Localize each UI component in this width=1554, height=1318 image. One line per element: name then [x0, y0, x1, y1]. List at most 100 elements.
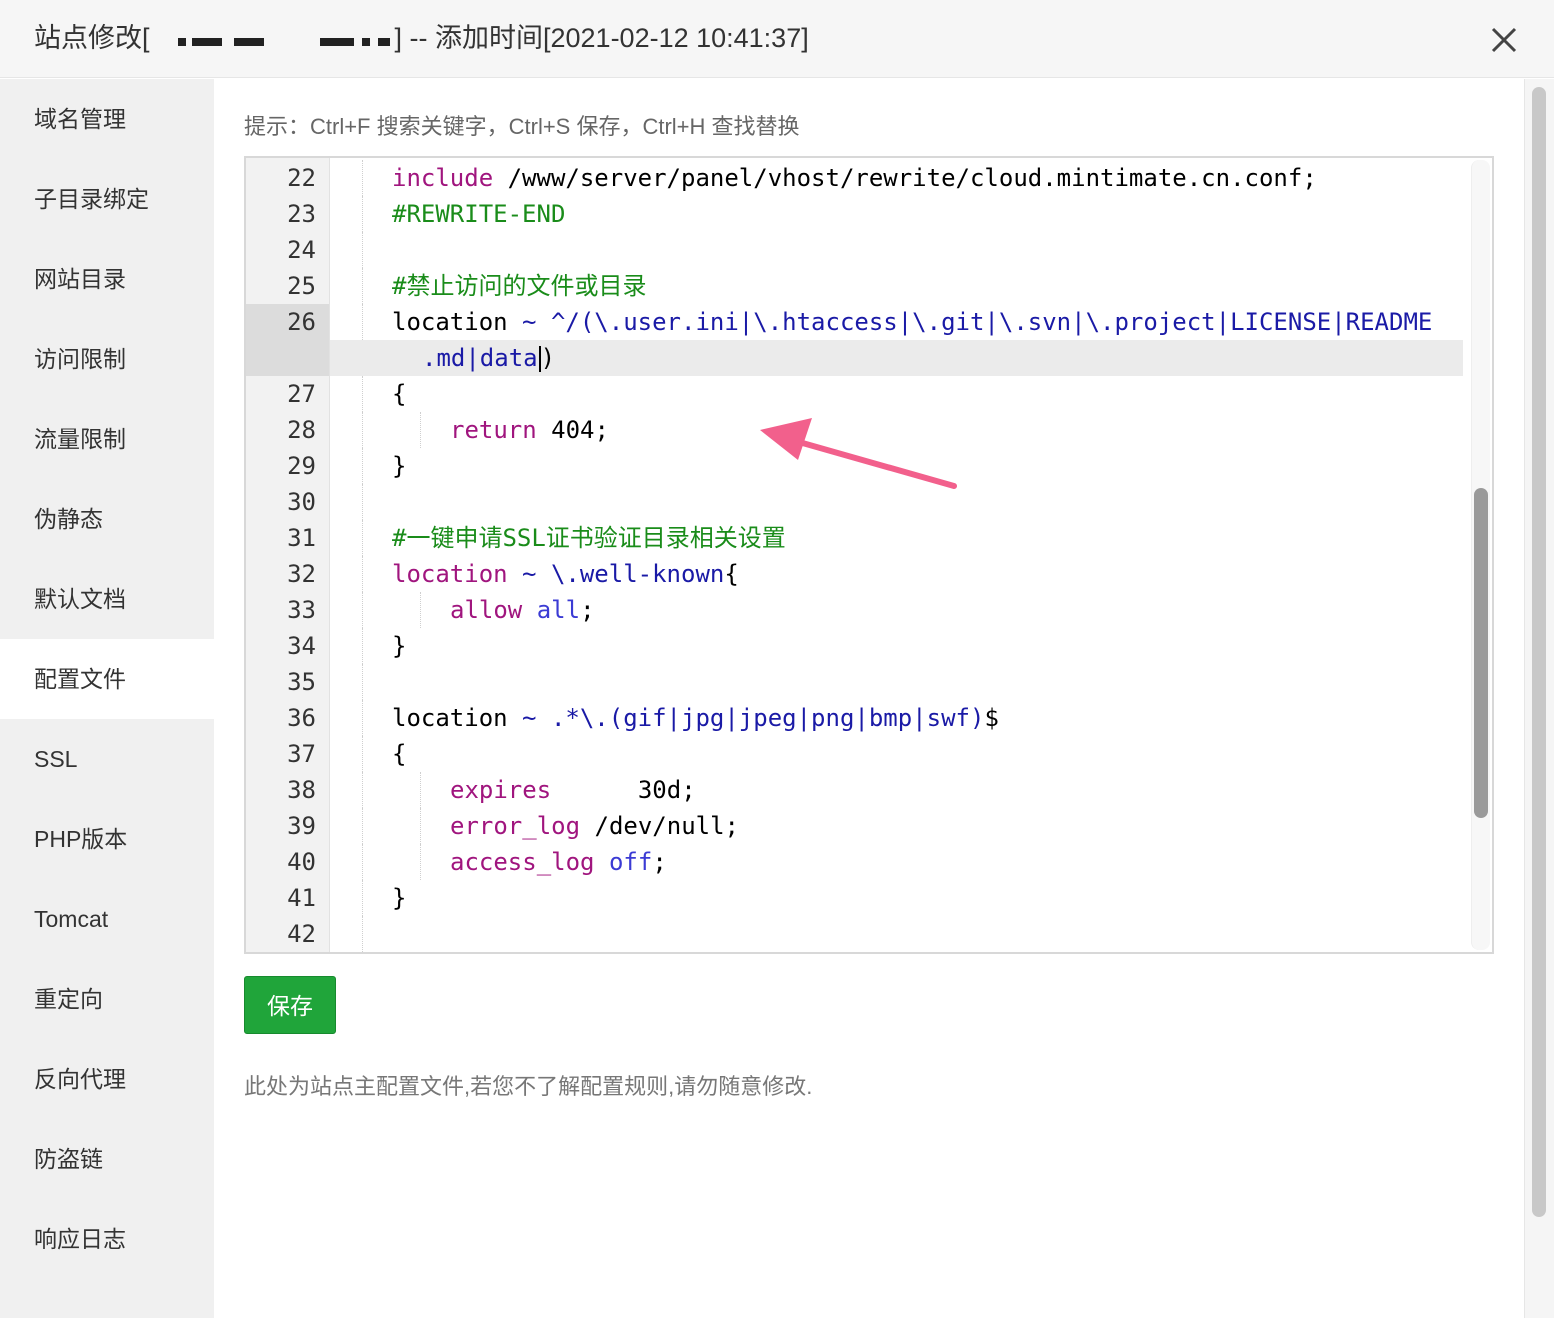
- code-line: 38 expires 30d;: [246, 772, 1462, 808]
- code-line: 36 location ~ .*\.(gif|jpg|jpeg|png|bmp|…: [246, 700, 1462, 736]
- sidebar-item-ssl[interactable]: SSL: [0, 719, 214, 799]
- code-token: all: [536, 596, 581, 624]
- sidebar-item-redirect[interactable]: 重定向: [0, 959, 214, 1039]
- code-area[interactable]: 22 include /www/server/panel/vhost/rewri…: [246, 158, 1474, 952]
- code-token: return: [450, 416, 537, 444]
- code-token: ;: [652, 848, 667, 876]
- line-number: 24: [287, 236, 316, 264]
- code-token: #一键申请SSL证书验证目录相关设置: [392, 524, 786, 552]
- config-panel: 提示：Ctrl+F 搜索关键字，Ctrl+S 保存，Ctrl+H 查找替换 22…: [214, 79, 1524, 1318]
- close-icon[interactable]: [1490, 26, 1518, 54]
- code-token: }: [392, 884, 407, 912]
- code-token: $: [984, 704, 999, 732]
- code-token: #REWRITE-END: [392, 200, 566, 228]
- code-token: ): [540, 344, 556, 372]
- code-line: 23 #REWRITE-END: [246, 196, 1462, 232]
- code-line: 40 access_log off;: [246, 844, 1462, 880]
- sidebar-item-hotlink[interactable]: 防盗链: [0, 1119, 214, 1199]
- line-number: 38: [287, 776, 316, 804]
- code-token: allow: [450, 596, 523, 624]
- line-number: 22: [287, 164, 316, 192]
- sidebar-item-site-directory[interactable]: 网站目录: [0, 239, 214, 319]
- page-scrollbar-thumb[interactable]: [1532, 87, 1546, 1217]
- code-token: expires: [450, 776, 552, 804]
- code-token: location: [392, 560, 508, 588]
- code-token: {: [392, 740, 407, 768]
- code-line: 37 {: [246, 736, 1462, 772]
- code-line: 42: [246, 916, 1462, 952]
- code-token: /dev/null;: [580, 812, 739, 840]
- sidebar-item-rewrite[interactable]: 伪静态: [0, 479, 214, 559]
- code-token: }: [392, 632, 407, 660]
- code-token: /www/server/panel/vhost/rewrite/cloud.mi…: [493, 164, 1317, 192]
- line-number: 42: [287, 920, 316, 948]
- save-button[interactable]: 保存: [244, 976, 336, 1034]
- code-line: 33 allow all;: [246, 592, 1462, 628]
- line-number: 39: [287, 812, 316, 840]
- config-code-editor[interactable]: 22 include /www/server/panel/vhost/rewri…: [244, 156, 1494, 954]
- code-token: \.well-known: [550, 560, 725, 588]
- code-line: 24: [246, 232, 1462, 268]
- editor-scrollbar-thumb[interactable]: [1474, 488, 1488, 818]
- shortcut-tip: 提示：Ctrl+F 搜索关键字，Ctrl+S 保存，Ctrl+H 查找替换: [244, 114, 800, 139]
- code-token: {: [724, 560, 739, 588]
- line-number: 40: [287, 848, 316, 876]
- code-token: 404;: [536, 416, 609, 444]
- page-scrollbar[interactable]: [1524, 79, 1554, 1318]
- sidebar-item-tomcat[interactable]: Tomcat: [0, 879, 214, 959]
- code-token: ~: [507, 560, 551, 588]
- code-line: 29 }: [246, 448, 1462, 484]
- title-prefix: 站点修改[: [34, 23, 150, 53]
- code-line: 30: [246, 484, 1462, 520]
- line-number: 25: [287, 272, 316, 300]
- sidebar-item-traffic-limit[interactable]: 流量限制: [0, 399, 214, 479]
- sidebar-item-domain[interactable]: 域名管理: [0, 79, 214, 159]
- settings-sidebar: 域名管理 子目录绑定 网站目录 访问限制 流量限制 伪静态 默认文档 配置文件 …: [0, 79, 214, 1318]
- sidebar-item-php-version[interactable]: PHP版本: [0, 799, 214, 879]
- code-line: 34 }: [246, 628, 1462, 664]
- line-number: 32: [287, 560, 316, 588]
- line-number: 31: [287, 524, 316, 552]
- code-token: access_log: [450, 848, 595, 876]
- editor-scrollbar[interactable]: [1471, 160, 1490, 950]
- code-token: 30d;: [551, 776, 696, 804]
- code-token: .*\.(gif|jpg|jpeg|png|bmp|swf): [550, 704, 985, 732]
- sidebar-item-access-limit[interactable]: 访问限制: [0, 319, 214, 399]
- line-number: 34: [287, 632, 316, 660]
- code-line-active: 26 location ~ ^/(\.user.ini|\.htaccess|\…: [246, 304, 1463, 376]
- dialog-title: 站点修改[] -- 添加时间[2021-02-12 10:41:37]: [34, 18, 809, 58]
- line-number: 41: [287, 884, 316, 912]
- code-token: #禁止访问的文件或目录: [392, 272, 647, 300]
- code-token: {: [392, 380, 407, 408]
- line-number: 23: [287, 200, 316, 228]
- line-number: 27: [287, 380, 316, 408]
- sidebar-item-config-file[interactable]: 配置文件: [0, 639, 214, 719]
- redacted-domain: [150, 25, 395, 55]
- line-number: 26: [287, 308, 316, 336]
- code-line: 22 include /www/server/panel/vhost/rewri…: [246, 160, 1462, 196]
- code-token: ^/(\.user.ini|\.htaccess|\.git|\.svn|\.p…: [550, 308, 1433, 336]
- code-line: 28 return 404;: [246, 412, 1462, 448]
- sidebar-item-response-log[interactable]: 响应日志: [0, 1199, 214, 1279]
- line-number: 30: [287, 488, 316, 516]
- code-line: 32 location ~ \.well-known{: [246, 556, 1462, 592]
- sidebar-item-subdirectory[interactable]: 子目录绑定: [0, 159, 214, 239]
- code-line: 27 {: [246, 376, 1462, 412]
- code-token: location: [392, 308, 508, 336]
- code-line: 25 #禁止访问的文件或目录: [246, 268, 1462, 304]
- line-number: 33: [287, 596, 316, 624]
- code-token: off: [608, 848, 653, 876]
- line-number: 28: [287, 416, 316, 444]
- sidebar-item-default-doc[interactable]: 默认文档: [0, 559, 214, 639]
- line-number: 29: [287, 452, 316, 480]
- sidebar-item-reverse-proxy[interactable]: 反向代理: [0, 1039, 214, 1119]
- code-token: .md|data: [422, 344, 538, 372]
- code-token: error_log: [450, 812, 581, 840]
- code-token: ~: [507, 308, 551, 336]
- line-number: 36: [287, 704, 316, 732]
- code-line: 39 error_log /dev/null;: [246, 808, 1462, 844]
- code-line: 31 #一键申请SSL证书验证目录相关设置: [246, 520, 1462, 556]
- code-line: 35: [246, 664, 1462, 700]
